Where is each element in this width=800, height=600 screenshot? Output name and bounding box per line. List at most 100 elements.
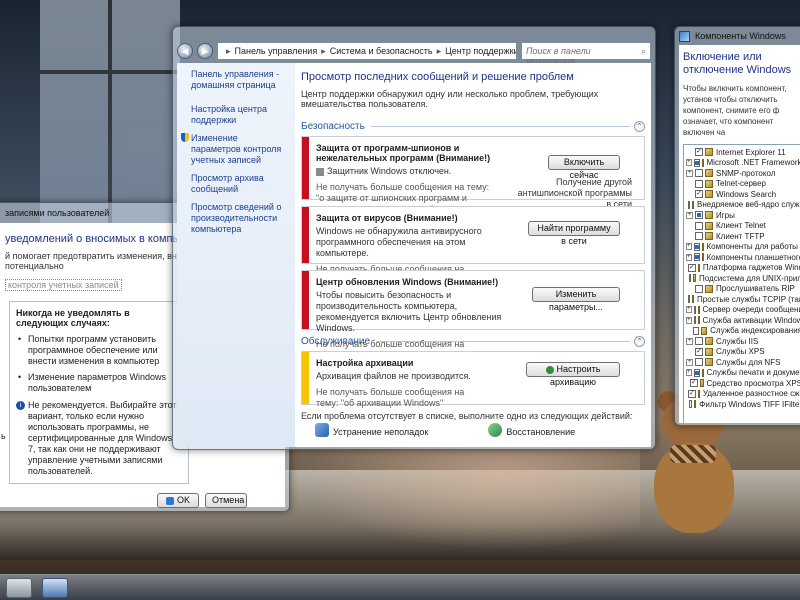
feature-item[interactable]: ✓ Платформа гаджетов Windo xyxy=(686,263,800,274)
feature-checkbox[interactable] xyxy=(695,179,703,188)
expand-icon[interactable]: + xyxy=(686,369,692,377)
feature-item[interactable]: + Службы печати и документ xyxy=(686,368,800,379)
taskbar-uac-icon[interactable] xyxy=(6,578,32,598)
cancel-button[interactable]: Отмена xyxy=(205,493,247,508)
feature-label: Службы IIS xyxy=(716,336,759,346)
chevron-up-icon[interactable]: ⌃ xyxy=(634,121,645,132)
forward-button[interactable]: ▶ xyxy=(197,43,213,59)
feature-item[interactable]: ✓ Internet Explorer 11 xyxy=(686,147,800,158)
feature-checkbox[interactable] xyxy=(695,232,703,241)
feature-checkbox[interactable] xyxy=(693,305,696,314)
section-security-header[interactable]: Безопасность ⌃ xyxy=(301,121,645,132)
sidebar-item-performance[interactable]: Просмотр сведений о производительности к… xyxy=(191,202,289,235)
breadcrumb-control-panel[interactable]: Панель управления xyxy=(235,46,318,56)
expand-icon[interactable]: + xyxy=(686,253,692,261)
search-input[interactable]: Поиск в панели управления ⌕ xyxy=(521,42,651,66)
feature-item[interactable]: Внедряемое веб-ядро служб xyxy=(686,200,800,211)
uac-shield-icon xyxy=(181,133,189,142)
sidebar-item-archive[interactable]: Просмотр архива сообщений xyxy=(191,173,289,195)
feature-checkbox[interactable]: ✓ xyxy=(688,263,696,272)
feature-item[interactable]: ✓ Удаленное разностное сжат xyxy=(686,389,800,400)
taskbar-control-panel-icon[interactable] xyxy=(42,578,68,598)
folder-icon xyxy=(701,253,704,262)
feature-checkbox[interactable]: ✓ xyxy=(689,379,698,388)
chevron-up-icon[interactable]: ⌃ xyxy=(634,336,645,347)
feature-item[interactable]: + Службы для NFS xyxy=(686,357,800,368)
alert-spyware: Защита от программ-шпионов и нежелательн… xyxy=(301,136,645,214)
feature-checkbox[interactable] xyxy=(688,295,690,304)
feature-checkbox[interactable] xyxy=(693,253,700,262)
feature-item[interactable]: ✓ Средство просмотра XPS xyxy=(686,378,800,389)
feature-checkbox[interactable] xyxy=(693,242,700,251)
feature-checkbox[interactable]: ✓ xyxy=(695,190,703,199)
feature-checkbox[interactable] xyxy=(693,158,700,167)
feature-item[interactable]: + Служба активации Windows xyxy=(686,315,800,326)
feature-item[interactable]: ✓ Службы XPS xyxy=(686,347,800,358)
feature-checkbox[interactable] xyxy=(695,211,703,220)
feature-checkbox[interactable] xyxy=(695,169,703,178)
folder-icon xyxy=(705,211,713,220)
find-program-online-button[interactable]: Найти программу в сети xyxy=(528,221,620,246)
feature-label: Игры xyxy=(716,210,735,220)
expand-icon[interactable]: + xyxy=(686,337,693,345)
feature-item[interactable]: ✓ Windows Search xyxy=(686,189,800,200)
feature-item[interactable]: + Компоненты планшетного П xyxy=(686,252,800,263)
feature-item[interactable]: + SNMP-протокол xyxy=(686,168,800,179)
feature-item[interactable]: Клиент TFTP xyxy=(686,231,800,242)
feature-checkbox[interactable] xyxy=(695,284,703,293)
feature-checkbox[interactable] xyxy=(695,337,703,346)
feature-checkbox[interactable]: ✓ xyxy=(695,148,703,157)
set-up-backup-button[interactable]: Настроить архивацию xyxy=(526,362,620,387)
folder-icon xyxy=(705,221,713,230)
folder-icon xyxy=(697,389,700,398)
feature-checkbox[interactable] xyxy=(695,358,703,367)
feature-checkbox[interactable] xyxy=(695,221,703,230)
change-settings-button[interactable]: Изменить параметры... xyxy=(532,287,620,312)
feature-item[interactable]: Простые службы TCPIP (так xyxy=(686,294,800,305)
sidebar-item-configure-action-center[interactable]: Настройка центра поддержки xyxy=(191,104,289,126)
feature-item[interactable]: Telnet-сервер xyxy=(686,179,800,190)
feature-checkbox[interactable] xyxy=(688,200,690,209)
feature-item[interactable]: + Сервер очереди сообщений xyxy=(686,305,800,316)
feature-item[interactable]: Подсистема для UNIX-прил xyxy=(686,273,800,284)
feature-checkbox[interactable] xyxy=(693,316,696,325)
feature-item[interactable]: Прослушиватель RIP xyxy=(686,284,800,295)
ok-button[interactable]: OK xyxy=(157,493,199,508)
expand-icon[interactable]: + xyxy=(686,169,693,177)
sidebar-item-home[interactable]: Панель управления - домашняя страница xyxy=(191,69,289,91)
feature-checkbox[interactable] xyxy=(692,326,699,335)
recovery-link[interactable]: Восстановление xyxy=(488,423,575,437)
breadcrumb-action-center[interactable]: Центр поддержки xyxy=(445,46,516,56)
feature-checkbox[interactable]: ✓ xyxy=(688,389,696,398)
folder-icon xyxy=(705,358,713,367)
expand-icon[interactable]: + xyxy=(686,159,692,167)
expand-icon[interactable]: + xyxy=(686,243,692,251)
feature-item[interactable]: Клиент Telnet xyxy=(686,221,800,232)
breadcrumb-system-security[interactable]: Система и безопасность xyxy=(330,46,433,56)
feature-item[interactable]: + Компоненты для работы с м xyxy=(686,242,800,253)
back-button[interactable]: ◀ xyxy=(177,43,193,59)
address-bar[interactable]: ▸ Панель управления ▸ Система и безопасн… xyxy=(217,42,517,60)
expand-icon[interactable]: + xyxy=(686,358,693,366)
feature-item[interactable]: + Службы IIS xyxy=(686,336,800,347)
sidebar-item-uac-settings[interactable]: Изменение параметров контроля учетных за… xyxy=(181,133,289,166)
alert-antivirus: Защита от вирусов (Внимание!) Windows не… xyxy=(301,206,645,285)
feature-checkbox[interactable] xyxy=(688,400,692,409)
feature-item[interactable]: + Microsoft .NET Framework 3.5 xyxy=(686,158,800,169)
expand-icon[interactable]: + xyxy=(686,306,692,314)
alert-red-bar xyxy=(302,207,309,263)
feature-item[interactable]: Фильтр Windows TIFF IFilter xyxy=(686,399,800,410)
feature-checkbox[interactable] xyxy=(688,274,692,283)
feature-checkbox[interactable] xyxy=(693,368,700,377)
feature-checkbox[interactable]: ✓ xyxy=(695,347,703,356)
uac-more-link[interactable]: контроля учетных записей xyxy=(5,279,122,291)
expand-icon[interactable]: + xyxy=(686,211,693,219)
troubleshooting-link[interactable]: Устранение неполадок xyxy=(315,423,428,437)
turn-on-now-button[interactable]: Включить сейчас xyxy=(548,155,620,180)
alert-dismiss-link[interactable]: Не получать больше сообщения на тему: "о… xyxy=(316,387,486,409)
feature-item[interactable]: Служба индексирования xyxy=(686,326,800,337)
expand-icon[interactable]: + xyxy=(686,316,692,324)
folder-icon xyxy=(697,305,700,314)
feature-item[interactable]: + Игры xyxy=(686,210,800,221)
alert-detail: Чтобы повысить безопасность и производит… xyxy=(316,290,502,333)
